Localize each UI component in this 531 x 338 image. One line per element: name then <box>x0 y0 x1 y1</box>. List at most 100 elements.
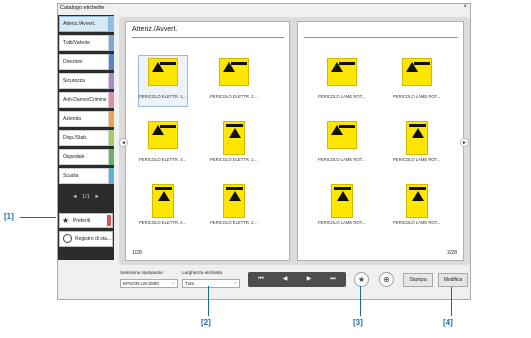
label-template-item[interactable]: PERICOLO LAME ROT... <box>318 56 366 106</box>
label-width-value: Tutti <box>185 281 194 286</box>
label-header-band <box>160 62 176 65</box>
zoom-icon: ⊕ <box>383 275 390 284</box>
star-icon: ★ <box>62 216 70 225</box>
favorites-label: Preferiti <box>73 218 91 224</box>
label-width-label: Larghezza etichetta <box>182 270 223 275</box>
page-navigation-bar: ⏮ ◀ ▶ ⏭ <box>248 272 346 287</box>
label-book: Attenz./Avvert. PERICOLO ELETTR. 1... PER… <box>119 17 470 265</box>
add-favorite-button[interactable]: ★ <box>354 272 369 287</box>
label-template-item[interactable]: PERICOLO ELETTR. 2... <box>139 182 187 232</box>
left-page: Attenz./Avvert. PERICOLO ELETTR. 1... PER… <box>125 21 290 261</box>
category-item[interactable]: Direzioni <box>59 54 114 70</box>
label-header-band <box>409 187 426 190</box>
category-color-bar <box>109 54 114 70</box>
category-item[interactable]: Azienda <box>59 111 114 127</box>
warning-label-thumbnail <box>327 121 357 149</box>
warning-triangle-icon <box>229 191 241 201</box>
callout-2-line <box>208 286 209 316</box>
category-sidebar: Attenz./Avvert. Tutti/Valvole Direzioni Sic… <box>58 15 114 260</box>
category-color-bar <box>109 92 114 108</box>
star-icon: ★ <box>357 275 366 284</box>
callout-3: [3] <box>353 318 363 327</box>
label-template-name: PERICOLO LAME ROT... <box>393 157 441 162</box>
pager-next-button[interactable]: ► <box>94 194 99 200</box>
label-template-name: PERICOLO ELETTR. 2... <box>210 94 258 99</box>
label-template-name: PERICOLO ELETTR. 3... <box>210 220 258 225</box>
prev-page-arrow[interactable]: ◄ <box>119 138 128 147</box>
callout-1-line <box>20 217 56 218</box>
close-button[interactable]: × <box>463 4 467 10</box>
category-item[interactable]: Attenz./Avvert. <box>59 16 114 32</box>
label-template-name: PERICOLO LAME ROT... <box>393 94 441 99</box>
pager-text: 1/1 <box>82 194 90 200</box>
label-template-item[interactable]: PERICOLO ELETTR. 3... <box>210 182 258 232</box>
category-label: Ospedale <box>63 154 85 160</box>
previous-page-button[interactable]: ◀ <box>274 275 296 284</box>
zoom-button[interactable]: ⊕ <box>379 272 394 287</box>
label-template-item[interactable]: PERICOLO LAME ROT... <box>393 56 441 106</box>
label-template-item[interactable]: PERICOLO ELETTR. 1... <box>138 55 188 107</box>
callout-1: [1] <box>4 212 14 221</box>
warning-label-thumbnail <box>148 58 178 86</box>
category-label: Scuola <box>63 173 79 179</box>
page-heading: Attenz./Avvert. <box>132 26 178 33</box>
warning-label-thumbnail <box>152 184 174 218</box>
category-item[interactable]: Disp./Stab. <box>59 130 114 146</box>
label-template-item[interactable]: PERICOLO ELETTR. 3... <box>139 119 187 169</box>
left-page-number: 1/28 <box>132 250 142 256</box>
category-color-bar <box>109 73 114 89</box>
label-template-item[interactable]: PERICOLO LAME ROT... <box>393 119 441 169</box>
warning-label-thumbnail <box>406 184 428 218</box>
label-template-name: PERICOLO LAME ROT... <box>318 220 366 225</box>
label-header-band <box>160 125 176 128</box>
label-header-band <box>414 62 430 65</box>
edit-button[interactable]: Modifica <box>438 273 468 287</box>
warning-label-thumbnail <box>219 58 249 86</box>
favorites-button[interactable]: ★ Preferiti <box>59 213 113 228</box>
label-template-item[interactable]: PERICOLO ELETTR. 2... <box>210 56 258 106</box>
label-template-item[interactable]: PERICOLO ELETTR. 1... <box>210 119 258 169</box>
history-label: Registro di sta... <box>75 236 112 242</box>
category-item[interactable]: Anti-Danno/Crimine <box>59 92 114 108</box>
warning-label-thumbnail <box>223 121 245 155</box>
history-icon <box>63 234 72 243</box>
label-template-name: PERICOLO ELETTR. 3... <box>139 157 187 162</box>
label-header-band <box>226 187 243 190</box>
warning-label-thumbnail <box>223 184 245 218</box>
print-history-button[interactable]: Registro di sta... <box>59 231 113 247</box>
warning-triangle-icon <box>158 191 170 201</box>
label-header-band <box>226 124 243 127</box>
right-page-number: 2/28 <box>447 250 457 256</box>
callout-3-line <box>360 286 361 316</box>
pager-prev-button[interactable]: ◄ <box>72 194 77 200</box>
category-color-bar <box>109 130 114 146</box>
category-color-bar <box>109 35 114 51</box>
right-heading-underline <box>304 37 458 38</box>
printer-select[interactable]: EPSON LW-Z900 ⌵ <box>120 279 178 288</box>
label-header-band <box>339 62 355 65</box>
label-width-select[interactable]: Tutti ⌵ <box>182 279 240 288</box>
label-header-band <box>231 62 247 65</box>
category-label: Azienda <box>63 116 82 122</box>
label-template-name: PERICOLO LAME ROT... <box>318 94 366 99</box>
first-page-button[interactable]: ⏮ <box>250 275 272 284</box>
category-color-bar <box>109 168 114 184</box>
category-label: Tutti/Valvole <box>63 40 90 46</box>
category-label: Direzioni <box>63 59 83 65</box>
warning-triangle-icon <box>229 128 241 138</box>
warning-label-thumbnail <box>327 58 357 86</box>
category-item[interactable]: Ospedale <box>59 149 114 165</box>
favorites-color-bar <box>107 215 111 226</box>
label-template-item[interactable]: PERICOLO LAME ROT... <box>318 182 366 232</box>
last-page-button[interactable]: ⏭ <box>322 275 344 284</box>
category-color-bar <box>109 16 114 32</box>
category-item[interactable]: Tutti/Valvole <box>59 35 114 51</box>
label-template-item[interactable]: PERICOLO LAME ROT... <box>393 182 441 232</box>
category-item[interactable]: Sicurezza <box>59 73 114 89</box>
print-button[interactable]: Stampa <box>403 273 433 287</box>
warning-label-thumbnail <box>406 121 428 155</box>
next-page-arrow[interactable]: ► <box>460 138 469 147</box>
next-page-button[interactable]: ▶ <box>298 275 320 284</box>
label-template-item[interactable]: PERICOLO LAME ROT... <box>318 119 366 169</box>
category-item[interactable]: Scuola <box>59 168 114 184</box>
